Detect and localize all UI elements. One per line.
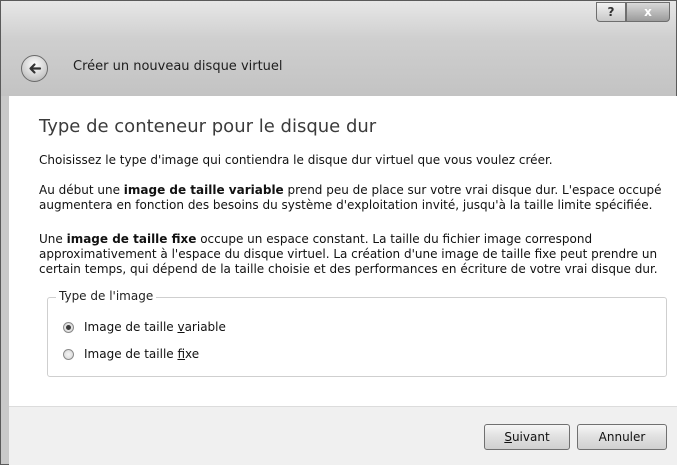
back-arrow-icon [29, 63, 42, 74]
wizard-title: Créer un nouveau disque virtuel [73, 59, 283, 74]
radio-variable-label: Image de taille variable [84, 320, 226, 334]
cancel-button[interactable]: Annuler [577, 424, 667, 450]
variable-description: Au début une image de taille variable pr… [39, 183, 667, 213]
fixed-bold-term: image de taille fixe [66, 232, 197, 246]
help-button[interactable]: ? [596, 2, 626, 22]
next-button[interactable]: Suivant [484, 424, 570, 450]
fixed-prefix: Une [39, 232, 67, 246]
radio-button-checked[interactable] [63, 321, 74, 333]
radio-variable-size[interactable]: Image de taille variable [63, 320, 226, 334]
variable-prefix: Au début une [39, 183, 124, 197]
radio-button-unchecked[interactable] [63, 348, 74, 360]
image-type-group-label: Type de l'image [56, 289, 157, 303]
radio-fixed-label: Image de taille fixe [84, 347, 200, 361]
caption-buttons: ? x [596, 2, 670, 22]
title-bar: ? x [1, 1, 676, 96]
close-button[interactable]: x [626, 2, 670, 22]
intro-text: Choisissez le type d'image qui contiendr… [39, 153, 553, 167]
radio-fixed-size[interactable]: Image de taille fixe [63, 347, 199, 361]
image-type-groupbox [47, 297, 667, 377]
back-button[interactable] [21, 55, 48, 82]
fixed-description: Une image de taille fixe occupe un espac… [39, 232, 667, 277]
page-title: Type de conteneur pour le disque dur [39, 116, 377, 137]
variable-bold-term: image de taille variable [123, 183, 284, 197]
wizard-window: ? x Créer un nouveau disque virtuel Type… [0, 0, 677, 465]
